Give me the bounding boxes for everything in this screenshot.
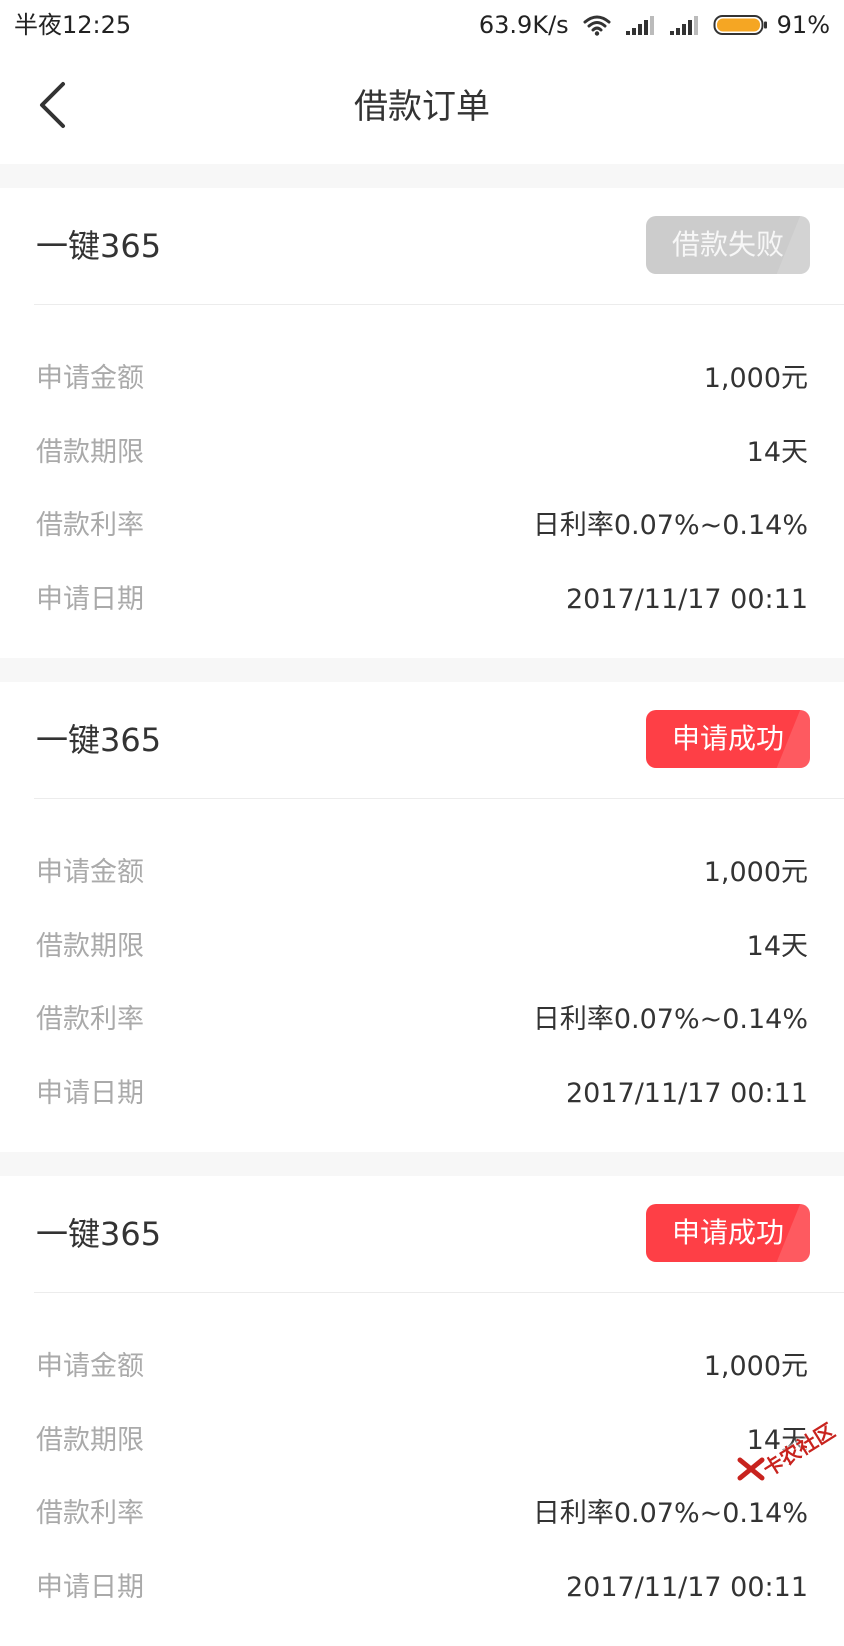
status-indicators: 63.9K/s 91% xyxy=(479,10,830,40)
signal-icon-2 xyxy=(669,14,699,36)
product-name: 一键365 xyxy=(36,227,162,265)
product-name: 一键365 xyxy=(36,1215,162,1253)
battery-icon xyxy=(713,13,769,37)
detail-label: 申请日期 xyxy=(36,1077,144,1109)
detail-value: 日利率0.07%~0.14% xyxy=(532,1498,808,1529)
section-divider xyxy=(0,164,844,188)
status-badge[interactable]: 申请成功 xyxy=(646,710,810,768)
detail-label: 申请日期 xyxy=(36,583,144,615)
detail-row: 申请金额 1,000元 xyxy=(0,351,844,425)
battery-percent: 91% xyxy=(776,11,830,39)
watermark: 卡农社区 xyxy=(736,1416,840,1486)
detail-row: 借款利率 日利率0.07%~0.14% xyxy=(0,1486,844,1560)
status-badge[interactable]: 申请成功 xyxy=(646,1204,810,1262)
order-details: 申请金额 1,000元 借款期限 14天 借款利率 日利率0.07%~0.14%… xyxy=(0,1293,844,1633)
order-card-header: 一键365 申请成功 xyxy=(34,682,844,799)
order-card[interactable]: 一键365 申请成功 申请金额 1,000元 借款期限 14天 借款利率 日利率… xyxy=(0,1176,844,1646)
section-divider xyxy=(0,1152,844,1176)
detail-value: 日利率0.07%~0.14% xyxy=(532,510,808,541)
network-speed: 63.9K/s xyxy=(478,11,569,39)
product-name: 一键365 xyxy=(36,721,162,759)
detail-label: 借款利率 xyxy=(36,510,144,541)
detail-row: 申请日期 2017/11/17 00:11 xyxy=(0,1560,844,1634)
detail-value: 1,000元 xyxy=(703,1351,808,1382)
order-card[interactable]: 一键365 借款失败 申请金额 1,000元 借款期限 14天 借款利率 日利率… xyxy=(0,188,844,658)
status-time: 半夜12:25 xyxy=(14,11,132,39)
detail-label: 借款期限 xyxy=(36,930,144,962)
detail-label: 申请金额 xyxy=(36,1351,144,1382)
detail-label: 申请金额 xyxy=(36,857,144,888)
status-badge-label: 申请成功 xyxy=(671,1216,784,1249)
battery: 91% xyxy=(713,10,830,40)
detail-label: 借款期限 xyxy=(36,1424,144,1456)
detail-value: 2017/11/17 00:11 xyxy=(565,583,808,615)
detail-value: 2017/11/17 00:11 xyxy=(565,1571,808,1603)
detail-row: 申请金额 1,000元 xyxy=(0,1339,844,1413)
wifi-icon xyxy=(583,14,611,36)
detail-value: 1,000元 xyxy=(703,857,808,888)
detail-value: 2017/11/17 00:11 xyxy=(565,1077,808,1109)
nav-header: 借款订单 xyxy=(0,50,844,164)
detail-row: 申请日期 2017/11/17 00:11 xyxy=(0,1066,844,1140)
detail-row: 申请日期 2017/11/17 00:11 xyxy=(0,572,844,646)
status-badge-label: 申请成功 xyxy=(671,722,784,755)
status-bar: 半夜12:25 63.9K/s 91% xyxy=(0,0,844,50)
section-divider xyxy=(0,658,844,682)
detail-row: 借款期限 14天 xyxy=(0,1413,844,1487)
detail-value: 14天 xyxy=(746,436,808,468)
detail-row: 申请金额 1,000元 xyxy=(0,845,844,919)
detail-row: 借款利率 日利率0.07%~0.14% xyxy=(0,992,844,1066)
order-card-header: 一键365 申请成功 xyxy=(34,1176,844,1293)
page-title: 借款订单 xyxy=(354,87,490,127)
status-badge[interactable]: 借款失败 xyxy=(646,216,810,274)
detail-row: 借款期限 14天 xyxy=(0,919,844,993)
order-card-header: 一键365 借款失败 xyxy=(34,188,844,305)
detail-label: 借款期限 xyxy=(36,436,144,468)
detail-value: 1,000元 xyxy=(703,363,808,394)
signal-icon-1 xyxy=(625,14,655,36)
detail-label: 借款利率 xyxy=(36,1004,144,1035)
detail-label: 借款利率 xyxy=(36,1498,144,1529)
order-details: 申请金额 1,000元 借款期限 14天 借款利率 日利率0.07%~0.14%… xyxy=(0,799,844,1139)
order-card[interactable]: 一键365 申请成功 申请金额 1,000元 借款期限 14天 借款利率 日利率… xyxy=(0,682,844,1152)
detail-row: 借款利率 日利率0.07%~0.14% xyxy=(0,498,844,572)
detail-value: 日利率0.07%~0.14% xyxy=(532,1004,808,1035)
status-badge-label: 借款失败 xyxy=(671,228,784,261)
detail-label: 申请金额 xyxy=(36,363,144,394)
order-details: 申请金额 1,000元 借款期限 14天 借款利率 日利率0.07%~0.14%… xyxy=(0,305,844,645)
detail-label: 申请日期 xyxy=(36,1571,144,1603)
detail-row: 借款期限 14天 xyxy=(0,425,844,499)
detail-value: 14天 xyxy=(746,930,808,962)
order-list: 一键365 借款失败 申请金额 1,000元 借款期限 14天 借款利率 日利率… xyxy=(0,164,844,1646)
watermark-text: 卡农社区 xyxy=(758,1418,840,1482)
